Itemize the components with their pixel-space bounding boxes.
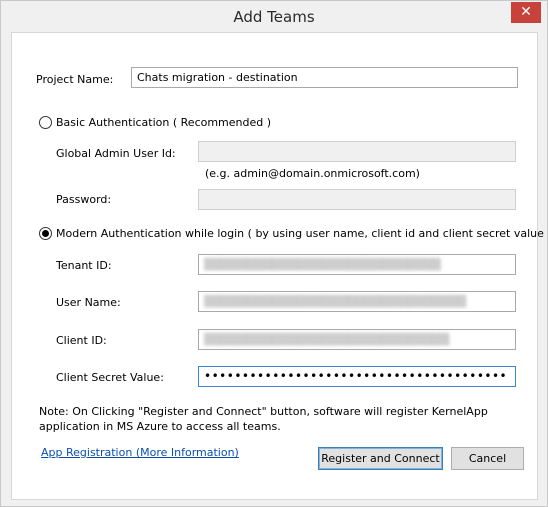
dialog-title: Add Teams — [233, 8, 315, 26]
close-button[interactable]: ✕ — [511, 2, 541, 23]
global-admin-input[interactable] — [198, 141, 516, 162]
basic-auth-label: Basic Authentication ( Recommended ) — [56, 116, 272, 129]
project-name-label: Project Name: — [36, 73, 114, 86]
tenant-id-value: ▒▒▒▒▒▒▒▒▒▒▒▒▒▒▒▒▒▒▒▒▒▒▒▒▒▒▒▒ — [204, 258, 441, 271]
note-line-2: application in MS Azure to access all te… — [39, 420, 281, 433]
client-secret-label: Client Secret Value: — [56, 371, 164, 384]
cancel-button[interactable]: Cancel — [451, 447, 524, 470]
client-id-input[interactable]: ▒▒▒▒▒▒▒▒▒▒▒▒▒▒▒▒▒▒▒▒▒▒▒▒▒▒▒▒▒ — [198, 329, 516, 350]
client-id-label: Client ID: — [56, 334, 107, 347]
basic-auth-radio[interactable] — [39, 116, 52, 129]
user-name-label: User Name: — [56, 296, 121, 309]
project-name-input[interactable]: Chats migration - destination — [131, 67, 518, 88]
user-name-value: ▒▒▒▒▒▒▒▒▒▒▒▒▒▒▒▒▒▒▒▒▒▒▒▒▒▒▒▒▒▒▒ — [204, 295, 467, 308]
password-label: Password: — [56, 193, 112, 206]
tenant-id-input[interactable]: ▒▒▒▒▒▒▒▒▒▒▒▒▒▒▒▒▒▒▒▒▒▒▒▒▒▒▒▒ — [198, 254, 516, 275]
password-input[interactable] — [198, 189, 516, 210]
modern-auth-radio[interactable] — [39, 227, 52, 240]
user-name-input[interactable]: ▒▒▒▒▒▒▒▒▒▒▒▒▒▒▒▒▒▒▒▒▒▒▒▒▒▒▒▒▒▒▒ — [198, 291, 516, 312]
dialog-body: Project Name: Chats migration - destinat… — [11, 32, 548, 500]
radio-selected-dot — [42, 230, 49, 237]
client-secret-input[interactable]: •••••••••••••••••••••••••••••••••••••••• — [198, 366, 516, 387]
note-line-1: Note: On Clicking "Register and Connect"… — [39, 405, 488, 418]
modern-auth-label: Modern Authentication while login ( by u… — [56, 227, 548, 240]
tenant-id-label: Tenant ID: — [56, 259, 112, 272]
register-and-connect-button[interactable]: Register and Connect — [318, 447, 443, 470]
global-admin-hint: (e.g. admin@domain.onmicrosoft.com) — [205, 167, 420, 180]
add-teams-dialog: Add Teams ✕ Project Name: Chats migratio… — [0, 0, 548, 507]
client-id-value: ▒▒▒▒▒▒▒▒▒▒▒▒▒▒▒▒▒▒▒▒▒▒▒▒▒▒▒▒▒ — [204, 333, 450, 346]
global-admin-label: Global Admin User Id: — [56, 147, 176, 160]
close-icon: ✕ — [520, 4, 532, 20]
app-registration-link[interactable]: App Registration (More Information) — [41, 446, 239, 459]
title-bar[interactable]: Add Teams ✕ — [1, 1, 547, 31]
